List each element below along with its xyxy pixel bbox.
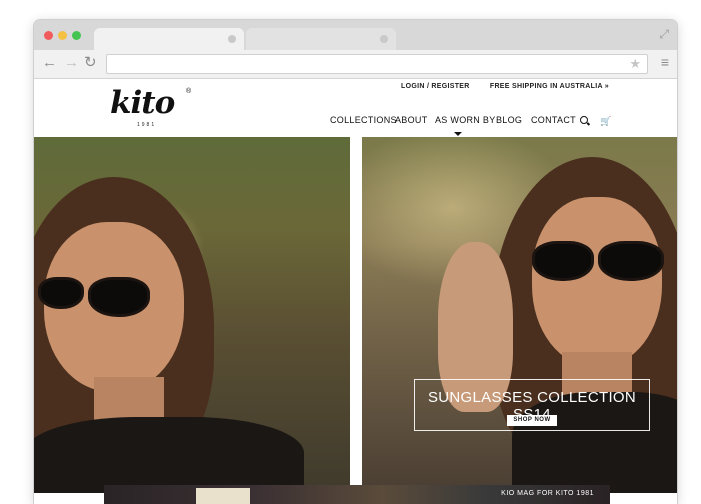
tab-close-icon[interactable] xyxy=(228,35,236,43)
registered-mark: ® xyxy=(186,88,192,95)
browser-tab-inactive[interactable] xyxy=(246,28,396,50)
browser-tab-active[interactable] xyxy=(94,28,244,50)
nav-about[interactable]: ABOUT xyxy=(395,115,428,125)
shop-now-button[interactable]: SHOP NOW xyxy=(507,415,557,426)
login-register-link[interactable]: LOGIN / REGISTER xyxy=(401,83,470,90)
free-shipping-link[interactable]: FREE SHIPPING IN AUSTRALIA » xyxy=(490,83,609,90)
minimize-window-button[interactable] xyxy=(58,31,67,40)
site-header: kito ® 1981 LOGIN / REGISTER FREE SHIPPI… xyxy=(34,79,677,137)
active-nav-indicator-icon xyxy=(454,132,462,136)
hero-image-right[interactable] xyxy=(362,137,677,493)
top-links: LOGIN / REGISTER FREE SHIPPING IN AUSTRA… xyxy=(383,83,609,90)
hero-image-left[interactable] xyxy=(34,137,350,493)
menu-icon[interactable]: ≡ xyxy=(661,54,669,70)
collection-banner[interactable]: SUNGLASSES COLLECTION SS14 SHOP NOW xyxy=(414,379,650,431)
bookmark-star-icon[interactable]: ★ xyxy=(629,56,641,72)
promo-strip-text: KIO MAG FOR KITO 1981 xyxy=(501,490,594,497)
browser-window: ⤢ ← → ↻ ★ ≡ kito ® 1981 LOGIN / REGISTER… xyxy=(34,20,677,504)
back-arrow-icon[interactable]: ← xyxy=(42,55,57,71)
sunglasses-shape xyxy=(532,241,664,281)
lens-shape xyxy=(532,241,594,281)
maximize-window-button[interactable] xyxy=(72,31,81,40)
sunglasses-shape xyxy=(38,277,150,317)
forward-arrow-icon[interactable]: → xyxy=(64,55,79,71)
lens-shape xyxy=(88,277,150,317)
logo-year: 1981 xyxy=(137,122,157,128)
face-shape xyxy=(532,197,662,367)
browser-tab-strip: ⤢ xyxy=(34,20,677,50)
nav-collections[interactable]: COLLECTIONS xyxy=(330,115,397,125)
address-bar[interactable]: ★ xyxy=(106,54,648,74)
cart-icon[interactable]: 🛒 xyxy=(600,116,611,127)
browser-toolbar: ← → ↻ ★ ≡ xyxy=(34,50,677,79)
close-window-button[interactable] xyxy=(44,31,53,40)
nav-as-worn-by[interactable]: AS WORN BY xyxy=(435,115,496,125)
kito-logo[interactable]: kito xyxy=(110,87,175,119)
promo-image-box xyxy=(196,488,250,504)
bottom-promo-strip[interactable]: KIO MAG FOR KITO 1981 xyxy=(104,485,610,504)
nav-blog[interactable]: BLOG xyxy=(496,115,522,125)
nav-contact[interactable]: CONTACT xyxy=(531,115,576,125)
lens-shape xyxy=(38,277,84,309)
tab-close-icon[interactable] xyxy=(380,35,388,43)
fullscreen-icon[interactable]: ⤢ xyxy=(659,27,669,42)
reload-icon[interactable]: ↻ xyxy=(84,55,97,71)
search-icon[interactable] xyxy=(580,116,588,124)
top-shape xyxy=(34,417,304,493)
lens-shape xyxy=(598,241,664,281)
